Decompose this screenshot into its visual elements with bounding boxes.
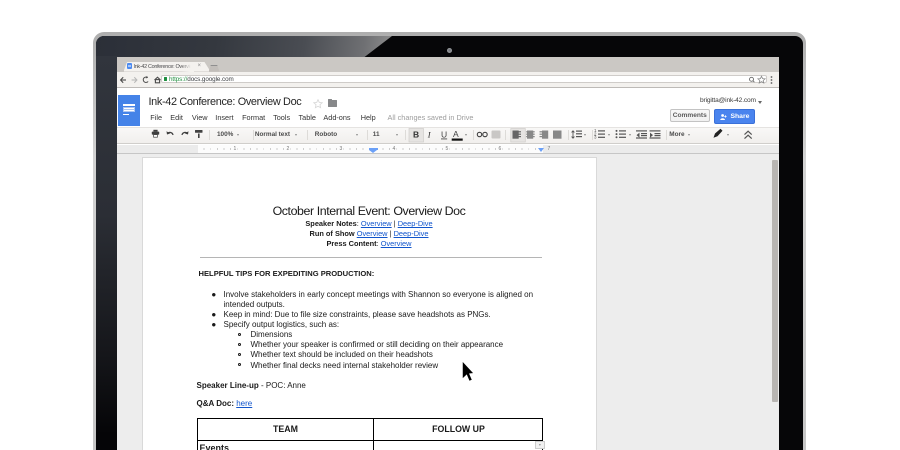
svg-text:3: 3 (594, 134, 597, 139)
svg-text:B: B (413, 129, 419, 139)
svg-text:I: I (427, 129, 432, 139)
svg-text:U: U (441, 129, 447, 139)
svg-text:A: A (453, 129, 459, 139)
